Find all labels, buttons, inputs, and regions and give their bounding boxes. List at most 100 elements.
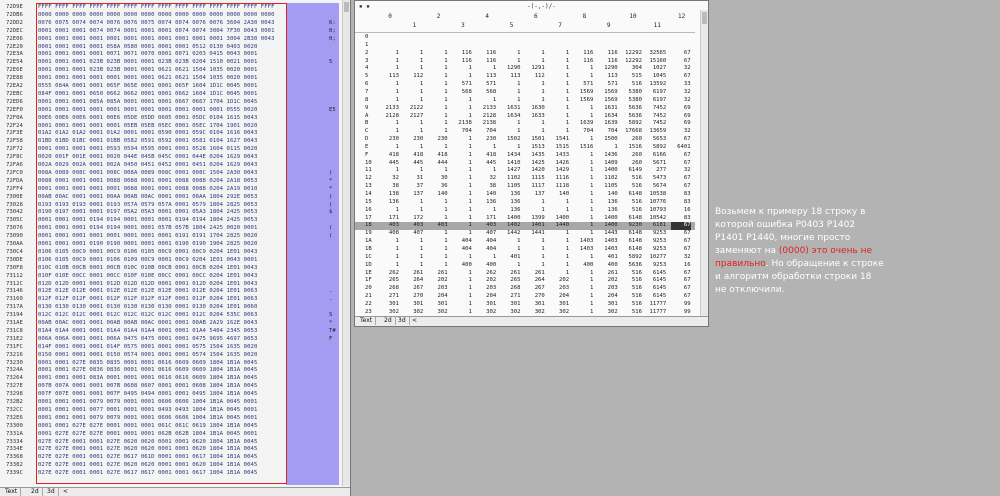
table-cell[interactable]: 1426 xyxy=(549,160,569,167)
column-header[interactable]: 11 xyxy=(648,22,666,30)
table-row[interactable]: 2 1 1 1 116 116 1 1 1 116 116 12292 32565 67 xyxy=(355,50,695,57)
table-cell[interactable]: 1443 xyxy=(598,230,617,237)
table-cell[interactable]: 10542 xyxy=(646,215,666,222)
table-cell[interactable]: 1 xyxy=(549,238,569,245)
table-cell[interactable]: 1 xyxy=(452,152,472,159)
table-cell[interactable]: 1 xyxy=(476,65,496,72)
table-cell[interactable]: 571 xyxy=(598,81,618,88)
table-cell[interactable]: 271 xyxy=(501,293,520,300)
tab-text[interactable]: Text xyxy=(357,317,377,325)
table-cell[interactable]: 1 xyxy=(525,50,544,57)
table-cell[interactable]: 516 xyxy=(622,199,642,206)
table-cell[interactable]: 301 xyxy=(501,301,520,308)
table-cell[interactable]: 1 xyxy=(501,262,520,269)
table-cell[interactable]: 32 xyxy=(476,175,496,182)
table-cell[interactable]: 1 xyxy=(573,215,593,222)
table-cell[interactable]: 1105 xyxy=(598,183,617,190)
table-cell[interactable]: 1 xyxy=(379,254,399,261)
table-cell[interactable]: 400 xyxy=(573,262,593,269)
table-cell[interactable]: 1 xyxy=(428,89,447,96)
table-cell[interactable]: 1 xyxy=(501,58,520,65)
table-cell[interactable]: 1 xyxy=(573,254,593,261)
table-cell[interactable]: 1435 xyxy=(525,152,544,159)
table-cell[interactable]: 1 xyxy=(573,152,593,159)
table-row[interactable]: 19 408 407 1 1 407 1442 1441 1 1 1443 6148 9253 67 xyxy=(355,230,695,237)
table-cell[interactable]: 5892 xyxy=(622,120,642,127)
table-cell[interactable]: 1 xyxy=(573,199,593,206)
table-cell[interactable]: 1630 xyxy=(525,105,544,112)
table-cell[interactable]: 407 xyxy=(403,230,423,237)
table-cell[interactable]: 1291 xyxy=(525,65,544,72)
table-row[interactable]: A 2128 2127 1 1 2128 1634 1633 1 1 1634 5636 7452 69 xyxy=(355,113,695,120)
table-cell[interactable]: 116 xyxy=(573,50,593,57)
hex-dump-area[interactable]: 72D9E FFFF FFFF FFFF FFFF FFFF FFFF FFFF … xyxy=(0,0,342,486)
table-cell[interactable]: 203 xyxy=(549,285,569,292)
table-cell[interactable]: 112 xyxy=(403,73,423,80)
table-cell[interactable]: 9253 xyxy=(646,230,666,237)
table-cell[interactable]: 1 xyxy=(549,128,569,135)
table-cell[interactable]: 203 xyxy=(428,285,447,292)
table-cell[interactable]: 1631 xyxy=(501,105,520,112)
table-row[interactable]: 11 1 1 1 1 1 1427 1420 1429 1 1400 6149 277 32 xyxy=(355,167,695,174)
table-cell[interactable]: 17668 xyxy=(622,128,642,135)
tab-text[interactable]: Text xyxy=(2,488,22,496)
table-cell[interactable]: 31 xyxy=(403,175,424,182)
table-cell[interactable]: 12292 xyxy=(622,50,642,57)
table-cell[interactable]: 1 xyxy=(452,270,472,277)
table-cell[interactable]: 1045 xyxy=(646,73,666,80)
table-cell[interactable]: 67 xyxy=(671,175,691,182)
table-cell[interactable]: 2127 xyxy=(403,113,423,120)
table-cell[interactable]: 230 xyxy=(379,136,399,143)
table-cell[interactable]: 1 xyxy=(525,254,544,261)
table-cell[interactable]: 1 xyxy=(573,105,593,112)
table-cell[interactable]: 203 xyxy=(476,285,496,292)
table-cell[interactable]: 302 xyxy=(428,309,447,316)
table-cell[interactable]: 113 xyxy=(476,73,496,80)
table-cell[interactable]: 1 xyxy=(403,65,423,72)
table-cell[interactable]: 1 xyxy=(428,207,447,214)
table-cell[interactable]: 408 xyxy=(379,230,399,237)
table-cell[interactable]: 1433 xyxy=(549,152,569,159)
table-cell[interactable]: 1436 xyxy=(598,152,617,159)
table-cell[interactable]: 265 xyxy=(379,277,399,284)
table-cell[interactable]: 1 xyxy=(428,199,447,206)
table-cell[interactable]: 13592 xyxy=(646,81,666,88)
table-cell[interactable]: 1 xyxy=(452,160,472,167)
table-cell[interactable]: 10776 xyxy=(646,199,666,206)
table-cell[interactable]: 67 xyxy=(671,270,691,277)
table-cell[interactable]: 1 xyxy=(403,207,423,214)
table-cell[interactable]: 113 xyxy=(501,73,520,80)
table-cell[interactable]: 704 xyxy=(476,128,496,135)
table-cell[interactable]: 1410 xyxy=(501,160,520,167)
table-cell[interactable]: 704 xyxy=(573,128,593,135)
table-cell[interactable]: 1 xyxy=(501,50,520,57)
table-cell[interactable]: 204 xyxy=(428,293,447,300)
table-cell[interactable]: 1569 xyxy=(598,97,617,104)
table-cell[interactable]: 1 xyxy=(525,128,544,135)
table-cell[interactable]: 1 xyxy=(379,65,399,72)
column-header[interactable]: 12 xyxy=(673,13,691,21)
table-cell[interactable]: 204 xyxy=(549,293,569,300)
table-cell[interactable]: 1 xyxy=(379,81,399,88)
table-cell[interactable]: 1 xyxy=(525,199,544,206)
table-cell[interactable]: 2133 xyxy=(379,105,399,112)
table-cell[interactable]: 1 xyxy=(403,254,423,261)
table-cell[interactable]: 1 xyxy=(428,238,447,245)
table-cell[interactable]: 301 xyxy=(403,301,423,308)
table-row[interactable]: 1C 1 1 1 1 1 401 1 1 1 401 5892 10277 32 xyxy=(355,254,695,261)
table-cell[interactable]: 1515 xyxy=(549,144,569,151)
table-cell[interactable]: 140 xyxy=(549,191,569,198)
table-cell[interactable]: 1 xyxy=(549,81,569,88)
table-cell[interactable]: 5380 xyxy=(622,97,642,104)
table-cell[interactable]: 1 xyxy=(573,309,593,316)
table-cell[interactable]: 445 xyxy=(476,160,496,167)
table-cell[interactable]: 261 xyxy=(525,270,545,277)
table-cell[interactable]: 11777 xyxy=(646,309,666,316)
table-cell[interactable]: 136 xyxy=(379,199,399,206)
table-cell[interactable]: 1631 xyxy=(598,105,617,112)
table-cell[interactable]: 1 xyxy=(501,89,520,96)
table-cell[interactable]: 261 xyxy=(598,270,618,277)
table-cell[interactable]: 1 xyxy=(379,120,399,127)
table-cell[interactable]: 268 xyxy=(501,285,520,292)
table-cell[interactable]: 271 xyxy=(379,293,399,300)
